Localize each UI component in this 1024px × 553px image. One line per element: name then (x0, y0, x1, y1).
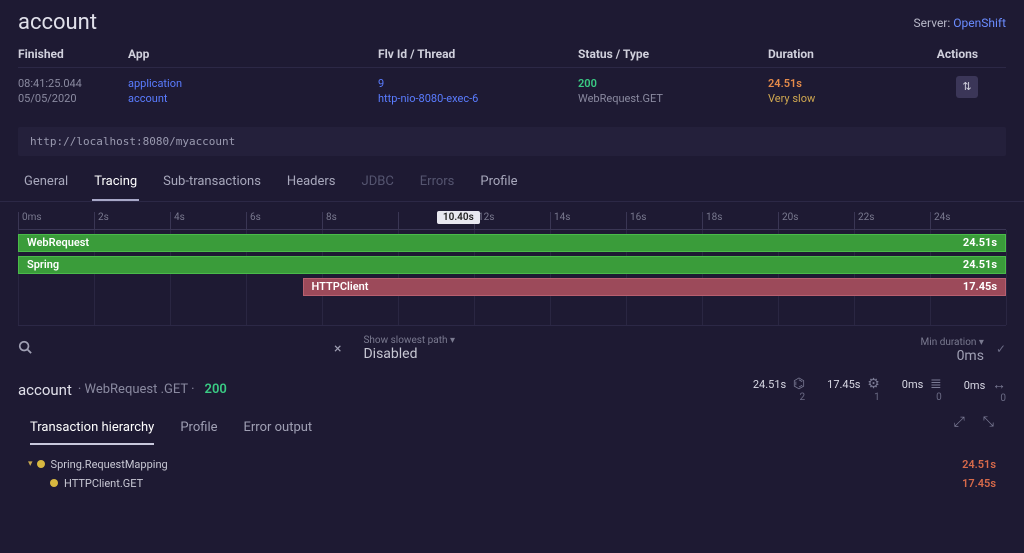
transaction-tree: ▾ Spring.RequestMapping 24.51s HTTPClient.G… (0, 445, 1024, 503)
action-icon: ⇅ (962, 79, 971, 94)
tab-headers[interactable]: Headers (285, 166, 338, 201)
tree-duration: 24.51s (962, 458, 996, 471)
subtab-profile[interactable]: Profile (180, 414, 217, 445)
thread-link[interactable]: http-nio-8080-exec-6 (378, 91, 578, 106)
timeline-tick: 6s (246, 212, 322, 229)
collapse-icon[interactable]: ⤡ (983, 414, 994, 445)
slowest-path-value: Disabled (363, 346, 417, 362)
tab-profile[interactable]: Profile (478, 166, 519, 201)
timeline-tick: 18s (702, 212, 778, 229)
metric-hierarchy: 24.51s ⌬2 (753, 376, 805, 403)
app-sub-link[interactable]: account (128, 91, 378, 106)
tab-sub-transactions[interactable]: Sub-transactions (161, 166, 263, 201)
timeline-tick: 4s (170, 212, 246, 229)
duration-note: Very slow (768, 91, 918, 106)
tab-errors: Errors (418, 166, 457, 201)
server-indicator: Server: OpenShift (914, 16, 1006, 30)
expand-icon: ↔ (992, 377, 1006, 393)
action-button[interactable]: ⇅ (956, 76, 978, 98)
timeline-tick: 0ms (18, 212, 94, 229)
timeline-bar-spring[interactable]: Spring24.51s (18, 256, 1006, 274)
timeline-tick: 16s (626, 212, 702, 229)
summary-row: 08:41:25.044 05/05/2020 application acco… (18, 68, 1006, 115)
tree-dot-icon (50, 479, 58, 487)
summary-header: Finished App Flv Id / Thread Status / Ty… (18, 41, 1006, 68)
expand-icon[interactable]: ⤢ (954, 414, 965, 445)
metric-gears: 17.45s ⚙1 (827, 376, 880, 403)
trace-title: account (18, 381, 72, 399)
chevron-down-icon[interactable]: ▾ (28, 459, 33, 469)
hierarchy-icon: ⌬ (793, 376, 805, 392)
status-code: 200 (578, 76, 768, 91)
metric-db: 0ms ≣0 (902, 376, 942, 403)
app-link[interactable]: application (128, 76, 378, 91)
flv-id-link[interactable]: 9 (378, 76, 578, 91)
tree-label: Spring.RequestMapping (51, 458, 168, 471)
subtab-transaction-hierarchy[interactable]: Transaction hierarchy (30, 414, 154, 445)
page-title: account (18, 10, 97, 35)
timeline-marker[interactable]: 10.40s (437, 211, 480, 224)
finished-time: 08:41:25.044 (18, 76, 128, 91)
timeline-tick: 12s (474, 212, 550, 229)
timeline-bar-webrequest[interactable]: WebRequest24.51s (18, 234, 1006, 252)
tree-dot-icon (37, 460, 45, 468)
tree-label: HTTPClient.GET (64, 477, 143, 490)
min-duration-label[interactable]: Min duration ▾ (921, 337, 984, 348)
tab-tracing[interactable]: Tracing (92, 166, 139, 201)
timeline-body[interactable]: WebRequest24.51s Spring24.51s HTTPClient17… (18, 230, 1006, 326)
server-link[interactable]: OpenShift (953, 16, 1006, 30)
db-icon: ≣ (930, 376, 942, 392)
check-icon[interactable]: ✓ (996, 342, 1006, 356)
min-duration-value: 0ms (957, 348, 984, 364)
trace-status: 200 (205, 382, 227, 397)
timeline-tick: 22s (854, 212, 930, 229)
tree-row[interactable]: ▾ Spring.RequestMapping 24.51s (28, 455, 996, 474)
timeline-tick: 8s (322, 212, 398, 229)
timeline-tick: 24s (930, 212, 1006, 229)
tabs: General Tracing Sub-transactions Headers JDB… (0, 166, 1024, 202)
timeline-tick: 14s (550, 212, 626, 229)
slowest-path-label[interactable]: Show slowest path ▾ (363, 335, 455, 346)
finished-date: 05/05/2020 (18, 91, 128, 106)
tab-jdbc: JDBC (360, 166, 396, 201)
metric-expand: 0ms ↔0 (964, 376, 1006, 404)
filter-close-icon[interactable]: × (334, 341, 341, 357)
timeline-bar-httpclient[interactable]: HTTPClient17.45s (303, 278, 1006, 296)
tab-general[interactable]: General (22, 166, 70, 201)
timeline-ruler: 0ms2s4s6s8s 12s14s16s18s20s22s24s 10.40s (18, 212, 1006, 230)
url-display: http://localhost:8080/myaccount (18, 127, 1006, 156)
timeline-tick: 20s (778, 212, 854, 229)
tree-duration: 17.45s (962, 477, 996, 490)
timeline-tick: 2s (94, 212, 170, 229)
subtab-error-output[interactable]: Error output (244, 414, 313, 445)
trace-subtitle: · WebRequest .GET · (78, 382, 195, 397)
search-icon[interactable] (18, 340, 34, 357)
request-type: WebRequest.GET (578, 91, 768, 106)
gears-icon: ⚙ (867, 376, 880, 392)
tree-row[interactable]: HTTPClient.GET 17.45s (28, 474, 996, 493)
duration-value: 24.51s (768, 76, 918, 91)
